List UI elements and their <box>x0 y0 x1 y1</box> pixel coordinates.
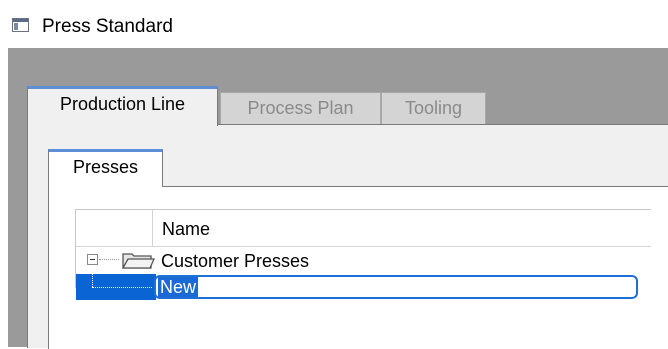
presses-tree[interactable]: Name Customer Presses New <box>75 209 651 300</box>
rename-input[interactable] <box>154 275 638 299</box>
tree-row-new[interactable]: New <box>76 268 651 300</box>
tree-connector-horizontal <box>92 287 152 288</box>
collapse-icon[interactable] <box>87 254 98 265</box>
tree-header: Name <box>76 210 651 247</box>
folder-icon <box>121 253 155 269</box>
tab-process-plan[interactable]: Process Plan <box>220 92 381 128</box>
tree-connector-vertical <box>92 268 93 287</box>
rename-input-selected-text: New <box>158 277 199 297</box>
window-title: Press Standard <box>42 16 173 37</box>
tree-header-spacer <box>76 210 153 246</box>
tree-row-customer-presses[interactable]: Customer Presses <box>76 247 651 274</box>
tree-connector <box>99 259 119 260</box>
production-line-panel: Presses Name Customer Presses New New <box>27 124 668 349</box>
tab-production-line[interactable]: Production Line <box>27 86 218 126</box>
tab-presses[interactable]: Presses <box>48 149 163 187</box>
tree-item-label: Customer Presses <box>161 251 310 271</box>
tab-tooling[interactable]: Tooling <box>381 92 486 128</box>
window-body: Production Line Process Plan Tooling Pre… <box>8 48 668 349</box>
title-bar: Press Standard <box>0 0 668 48</box>
window-app-icon <box>12 18 29 32</box>
row-selection-highlight <box>76 268 156 300</box>
column-header-name[interactable]: Name <box>162 218 210 240</box>
